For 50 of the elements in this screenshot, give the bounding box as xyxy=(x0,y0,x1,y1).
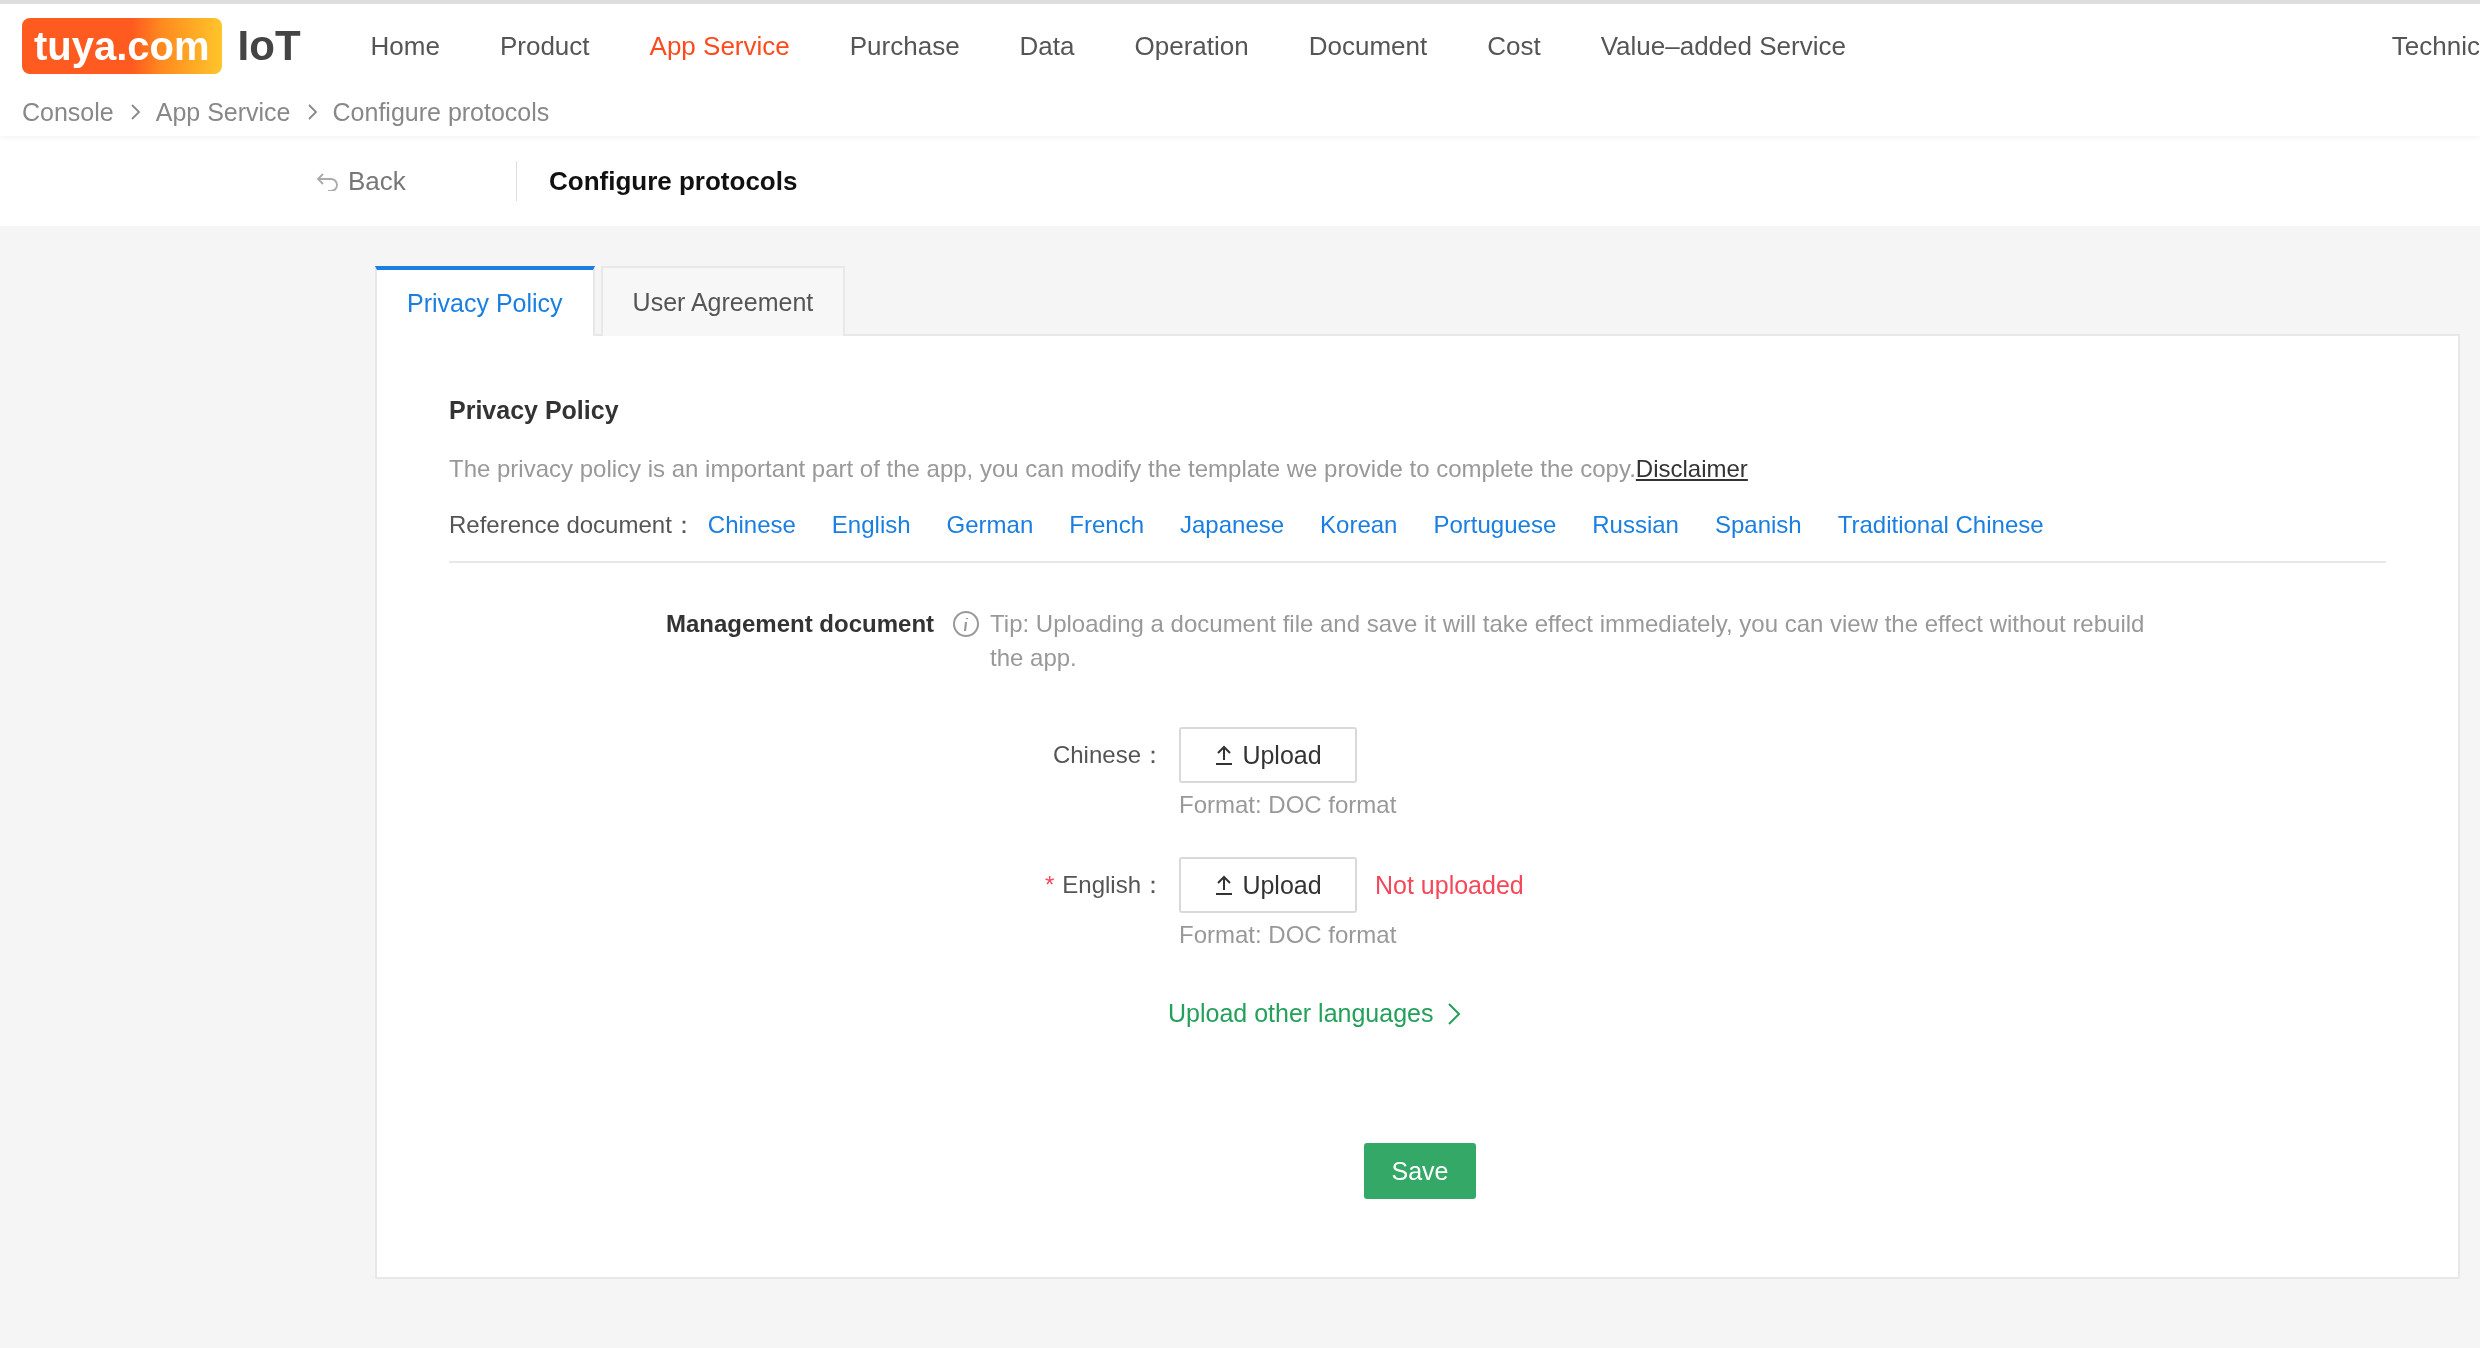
field-label: English： xyxy=(1062,870,1165,900)
save-button[interactable]: Save xyxy=(1364,1143,1476,1199)
nav-item[interactable]: Home xyxy=(340,30,470,62)
breadcrumb-item: Configure protocols xyxy=(332,97,550,127)
reference-link[interactable]: Portuguese xyxy=(1433,511,1557,539)
description-text: The privacy policy is an important part of the app, you can modify the template we provide to complete the copy.Disclaimer xyxy=(449,455,1749,483)
format-hint: Format: DOC format xyxy=(1179,921,1398,949)
format-hint: Format: DOC format xyxy=(1179,791,1397,819)
breadcrumb-item[interactable]: Console xyxy=(22,97,114,127)
upload-status: Not uploaded xyxy=(1375,870,1524,900)
tip-text: Tip: Uploading a document file and save it will take effect immediately, you can view the effect without rebuild the app. xyxy=(990,609,2146,673)
reference-link[interactable]: Korean xyxy=(1320,511,1398,539)
reference-link[interactable]: Spanish xyxy=(1714,511,1802,539)
nav-item[interactable]: Data xyxy=(989,30,1105,62)
reference-link[interactable]: German xyxy=(946,511,1034,539)
required-mark: * xyxy=(1044,871,1055,899)
nav-item[interactable]: Document xyxy=(1278,30,1458,62)
reference-link[interactable]: French xyxy=(1069,511,1144,539)
product-name: IoT xyxy=(237,22,301,70)
upload-button[interactable]: Upload xyxy=(1179,857,1357,913)
back-arrow-icon xyxy=(316,171,340,191)
upload-icon xyxy=(1214,874,1235,896)
page-title: Configure protocols xyxy=(549,165,798,197)
upload-icon xyxy=(1214,744,1235,766)
upload-button[interactable]: Upload xyxy=(1179,727,1357,783)
upload-other-languages-link[interactable]: Upload other languages xyxy=(1168,999,1462,1028)
nav-item[interactable]: Value–added Service xyxy=(1570,30,1876,62)
reference-link[interactable]: Japanese xyxy=(1180,511,1285,539)
reference-link[interactable]: Chinese xyxy=(707,511,796,539)
disclaimer-link[interactable]: Disclaimer xyxy=(1635,455,1748,482)
back-button[interactable]: Back xyxy=(316,165,516,197)
field-label: Chinese： xyxy=(1052,740,1165,770)
reference-link[interactable]: Russian xyxy=(1592,511,1679,539)
nav-item[interactable]: Cost xyxy=(1457,30,1571,62)
nav-item[interactable]: Technic xyxy=(2361,30,2480,62)
reference-link[interactable]: Traditional Chinese xyxy=(1837,511,2044,539)
logo[interactable]: tuya.com xyxy=(22,18,222,74)
management-label: Management document xyxy=(666,609,935,639)
nav-item[interactable]: Purchase xyxy=(819,30,990,62)
tab[interactable]: User Agreement xyxy=(600,266,846,336)
chevron-right-icon xyxy=(1447,1001,1462,1026)
tab[interactable]: Privacy Policy xyxy=(375,266,595,336)
breadcrumb-item[interactable]: App Service xyxy=(155,97,291,127)
section-title: Privacy Policy xyxy=(449,396,620,425)
reference-link[interactable]: English xyxy=(831,511,911,539)
nav-item[interactable]: Product xyxy=(469,30,620,62)
nav-item[interactable]: App Service xyxy=(619,30,820,62)
info-icon xyxy=(952,610,981,638)
nav-item[interactable]: Operation xyxy=(1104,30,1279,62)
reference-label: Reference document： xyxy=(449,510,696,540)
